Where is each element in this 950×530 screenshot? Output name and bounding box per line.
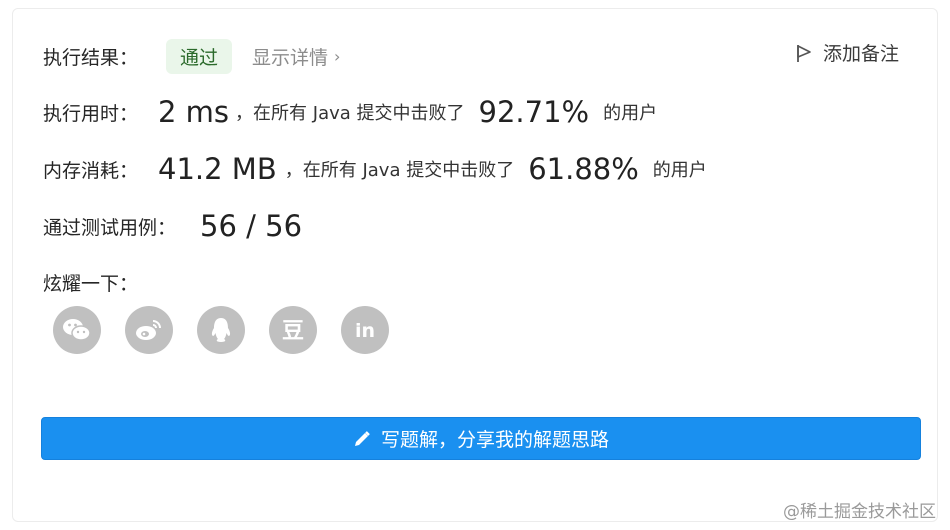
share-buttons: 豆 in	[53, 306, 413, 354]
memory-percent: 61.88%	[528, 152, 639, 186]
runtime-percent: 92.71%	[478, 95, 590, 129]
status-badge: 通过	[166, 39, 233, 74]
memory-row: 内存消耗： 41.2 MB ，在所有 Java 提交中击败了 61.88% 的用…	[43, 152, 707, 186]
tests-label: 通过测试用例：	[43, 216, 177, 239]
memory-beat-text: ，在所有 Java 提交中击败了	[284, 160, 515, 181]
memory-value: 41.2 MB	[158, 152, 277, 186]
submission-result-card: 执行结果： 通过 显示详情 › 添加备注 执行用时： 2 ms ，在所有 Jav…	[12, 8, 938, 522]
share-linkedin-button[interactable]: in	[341, 306, 389, 354]
tests-row: 通过测试用例： 56 / 56	[43, 209, 302, 243]
add-note-button[interactable]: 添加备注	[795, 39, 899, 66]
runtime-beat-text: ，在所有 Java 提交中击败了	[235, 103, 465, 124]
qq-icon	[211, 318, 231, 342]
share-douban-button[interactable]: 豆	[269, 306, 317, 354]
write-solution-label: 写题解，分享我的解题思路	[380, 429, 609, 451]
share-label-row: 炫耀一下：	[43, 269, 138, 296]
write-solution-button[interactable]: 写题解，分享我的解题思路	[41, 417, 921, 460]
result-label: 执行结果：	[43, 47, 139, 69]
flag-icon	[797, 44, 811, 62]
chevron-right-icon: ›	[334, 47, 341, 66]
show-details-label: 显示详情	[252, 47, 329, 69]
result-row: 执行结果： 通过 显示详情 ›	[43, 39, 340, 74]
runtime-value: 2 ms	[158, 95, 230, 129]
share-wechat-button[interactable]	[53, 306, 101, 354]
share-qq-button[interactable]	[197, 306, 245, 354]
linkedin-icon: in	[355, 320, 375, 342]
watermark: @稀土掘金技术社区	[783, 502, 936, 522]
runtime-row: 执行用时： 2 ms ，在所有 Java 提交中击败了 92.71% 的用户	[43, 95, 657, 129]
douban-icon: 豆	[282, 319, 304, 344]
add-note-label: 添加备注	[822, 43, 899, 65]
memory-label: 内存消耗：	[43, 159, 139, 182]
share-label: 炫耀一下：	[43, 273, 139, 295]
runtime-suffix: 的用户	[603, 103, 658, 124]
svg-text:豆: 豆	[282, 319, 304, 344]
runtime-label: 执行用时：	[43, 102, 139, 125]
tests-value: 56 / 56	[200, 209, 303, 243]
pencil-icon	[354, 430, 370, 446]
weibo-icon	[136, 320, 161, 340]
memory-suffix: 的用户	[652, 160, 707, 181]
svg-text:in: in	[355, 320, 375, 342]
wechat-icon	[63, 319, 91, 341]
share-weibo-button[interactable]	[125, 306, 173, 354]
show-details-link[interactable]: 显示详情 ›	[252, 43, 340, 70]
